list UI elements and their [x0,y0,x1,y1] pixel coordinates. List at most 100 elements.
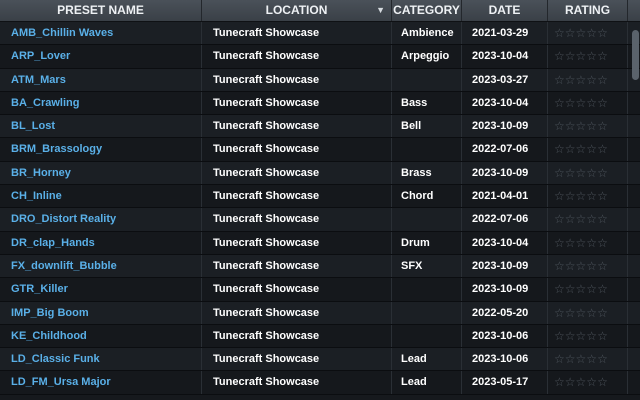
star-icon[interactable]: ☆ [576,212,587,226]
star-icon[interactable]: ☆ [597,142,608,156]
preset-name[interactable]: FX_downlift_Bubble [0,254,202,278]
star-icon[interactable]: ☆ [565,96,576,110]
star-icon[interactable]: ☆ [554,352,565,366]
preset-row[interactable]: CH_Inline Tunecraft Showcase Chord 2021-… [0,185,640,209]
star-icon[interactable]: ☆ [554,236,565,250]
star-icon[interactable]: ☆ [576,142,587,156]
star-icon[interactable]: ☆ [565,212,576,226]
rating-stars[interactable]: ☆☆☆☆☆ [548,371,628,394]
star-icon[interactable]: ☆ [586,259,597,273]
star-icon[interactable]: ☆ [586,236,597,250]
preset-name[interactable]: BRM_Brassology [0,138,202,161]
preset-name[interactable]: BA_Crawling [0,91,202,115]
star-icon[interactable]: ☆ [565,259,576,273]
rating-stars[interactable]: ☆☆☆☆☆ [548,324,628,348]
star-icon[interactable]: ☆ [554,96,565,110]
star-icon[interactable]: ☆ [576,49,587,63]
rating-stars[interactable]: ☆☆☆☆☆ [548,45,628,68]
preset-name[interactable]: BR_Horney [0,161,202,185]
star-icon[interactable]: ☆ [565,189,576,203]
star-icon[interactable]: ☆ [576,119,587,133]
preset-name[interactable]: CH_Inline [0,185,202,208]
star-icon[interactable]: ☆ [586,142,597,156]
star-icon[interactable]: ☆ [597,96,608,110]
preset-name[interactable]: ATM_Mars [0,68,202,91]
rating-stars[interactable]: ☆☆☆☆☆ [548,185,628,208]
star-icon[interactable]: ☆ [576,166,587,180]
star-icon[interactable]: ☆ [565,142,576,156]
star-icon[interactable]: ☆ [554,166,565,180]
star-icon[interactable]: ☆ [554,375,565,389]
star-icon[interactable]: ☆ [576,96,587,110]
preset-row[interactable]: BL_Lost Tunecraft Showcase Bell 2023-10-… [0,115,640,139]
star-icon[interactable]: ☆ [554,212,565,226]
star-icon[interactable]: ☆ [597,212,608,226]
column-header-category[interactable]: CATEGORY [392,0,462,21]
preset-row[interactable]: IMP_Big Boom Tunecraft Showcase 2022-05-… [0,301,640,325]
star-icon[interactable]: ☆ [565,73,576,87]
star-icon[interactable]: ☆ [597,189,608,203]
preset-row[interactable]: FX_downlift_Bubble Tunecraft Showcase SF… [0,254,640,279]
star-icon[interactable]: ☆ [576,306,587,320]
star-icon[interactable]: ☆ [597,73,608,87]
preset-row[interactable]: LD_Classic Funk Tunecraft Showcase Lead … [0,348,640,372]
star-icon[interactable]: ☆ [597,329,608,343]
star-icon[interactable]: ☆ [554,26,565,40]
preset-row[interactable]: BA_Crawling Tunecraft Showcase Bass 2023… [0,91,640,116]
preset-row[interactable]: AMB_Chillin Waves Tunecraft Showcase Amb… [0,22,640,46]
star-icon[interactable]: ☆ [565,26,576,40]
preset-row[interactable]: BRM_Brassology Tunecraft Showcase 2022-0… [0,138,640,162]
star-icon[interactable]: ☆ [565,282,576,296]
preset-row[interactable]: ATM_Mars Tunecraft Showcase 2023-03-27 ☆… [0,68,640,92]
rating-stars[interactable]: ☆☆☆☆☆ [548,254,628,278]
star-icon[interactable]: ☆ [597,26,608,40]
star-icon[interactable]: ☆ [586,26,597,40]
preset-name[interactable]: BL_Lost [0,115,202,138]
preset-row[interactable]: DR_clap_Hands Tunecraft Showcase Drum 20… [0,231,640,255]
preset-name[interactable]: GTR_Killer [0,278,202,301]
star-icon[interactable]: ☆ [554,282,565,296]
star-icon[interactable]: ☆ [554,329,565,343]
star-icon[interactable]: ☆ [586,306,597,320]
vertical-scrollbar[interactable] [632,30,639,80]
star-icon[interactable]: ☆ [565,329,576,343]
star-icon[interactable]: ☆ [554,189,565,203]
rating-stars[interactable]: ☆☆☆☆☆ [548,278,628,301]
star-icon[interactable]: ☆ [586,329,597,343]
star-icon[interactable]: ☆ [576,352,587,366]
star-icon[interactable]: ☆ [576,26,587,40]
chevron-down-icon[interactable]: ▼ [376,0,385,21]
preset-row[interactable]: DRO_Distort Reality Tunecraft Showcase 2… [0,208,640,232]
star-icon[interactable]: ☆ [554,259,565,273]
star-icon[interactable]: ☆ [576,236,587,250]
star-icon[interactable]: ☆ [586,375,597,389]
rating-stars[interactable]: ☆☆☆☆☆ [548,301,628,324]
preset-row[interactable]: GTR_Killer Tunecraft Showcase 2023-10-09… [0,278,640,302]
star-icon[interactable]: ☆ [597,166,608,180]
column-header-preset-name[interactable]: PRESET NAME [0,0,202,21]
rating-stars[interactable]: ☆☆☆☆☆ [548,115,628,138]
star-icon[interactable]: ☆ [597,375,608,389]
star-icon[interactable]: ☆ [554,142,565,156]
star-icon[interactable]: ☆ [586,96,597,110]
star-icon[interactable]: ☆ [565,166,576,180]
star-icon[interactable]: ☆ [565,306,576,320]
star-icon[interactable]: ☆ [597,282,608,296]
preset-row[interactable]: BR_Horney Tunecraft Showcase Brass 2023-… [0,161,640,186]
rating-stars[interactable]: ☆☆☆☆☆ [548,208,628,231]
star-icon[interactable]: ☆ [586,189,597,203]
preset-name[interactable]: KE_Childhood [0,324,202,348]
star-icon[interactable]: ☆ [576,73,587,87]
star-icon[interactable]: ☆ [586,166,597,180]
preset-name[interactable]: LD_Classic Funk [0,348,202,371]
star-icon[interactable]: ☆ [576,259,587,273]
rating-stars[interactable]: ☆☆☆☆☆ [548,161,628,185]
rating-stars[interactable]: ☆☆☆☆☆ [548,22,628,45]
star-icon[interactable]: ☆ [554,119,565,133]
star-icon[interactable]: ☆ [597,236,608,250]
star-icon[interactable]: ☆ [597,352,608,366]
star-icon[interactable]: ☆ [565,119,576,133]
star-icon[interactable]: ☆ [554,306,565,320]
star-icon[interactable]: ☆ [586,212,597,226]
preset-row[interactable]: KE_Childhood Tunecraft Showcase 2023-10-… [0,324,640,349]
